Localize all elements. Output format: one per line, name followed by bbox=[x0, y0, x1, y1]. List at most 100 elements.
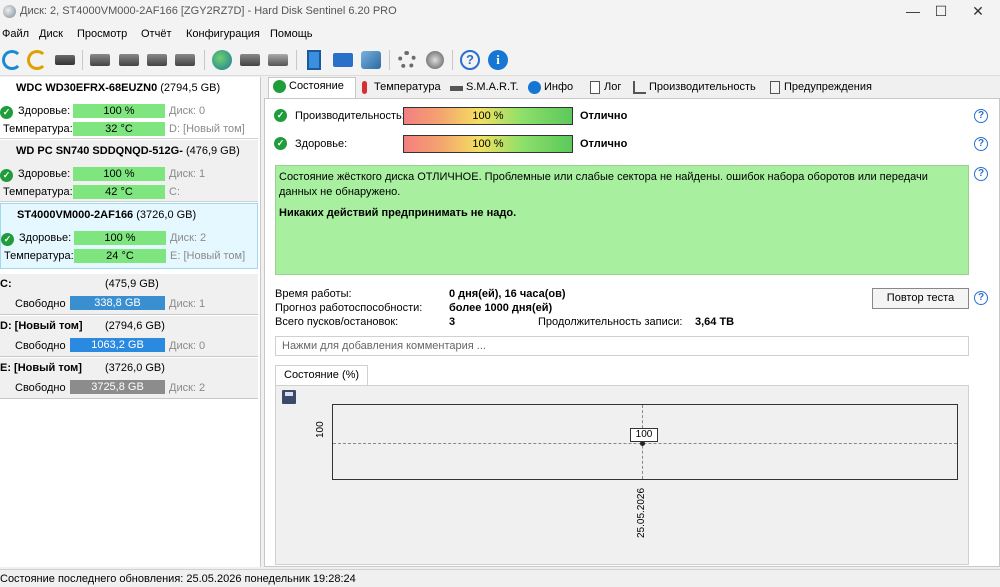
info-icon bbox=[528, 81, 541, 94]
retest-button[interactable]: Повтор теста bbox=[872, 288, 969, 309]
tab-label: S.M.A.R.T. bbox=[466, 81, 519, 93]
volume-disk: Диск: 1 bbox=[169, 298, 206, 310]
disk-entry-0[interactable]: WDC WD30EFRX-68EUZN0 (2794,5 GB) ✓ Здоро… bbox=[0, 77, 258, 139]
globe-icon[interactable] bbox=[210, 48, 234, 72]
tab-bar: Состояние Температура S.M.A.R.T. Инфо Ло… bbox=[264, 77, 1000, 98]
volume-name: C: bbox=[0, 278, 12, 290]
temperature-bar: 32 °C bbox=[73, 122, 165, 136]
status-action: Никаких действий предпринимать не надо. bbox=[279, 207, 517, 219]
write-value: 3,64 TB bbox=[695, 316, 735, 328]
tab-label: Температура bbox=[374, 81, 441, 93]
free-space-bar: 338,8 GB bbox=[70, 296, 165, 310]
disk-entry-1[interactable]: WD PC SN740 SDDQNQD-512G- (476,9 GB) ✓ З… bbox=[0, 140, 258, 202]
tab-status[interactable]: Состояние bbox=[268, 77, 356, 98]
starts-value: 3 bbox=[449, 316, 456, 328]
tab-info[interactable]: Инфо bbox=[524, 79, 573, 98]
menu-configuration[interactable]: Конфигурация bbox=[186, 28, 260, 40]
menu-bar: Файл Диск Просмотр Отчёт Конфигурация По… bbox=[0, 24, 1000, 44]
network-icon[interactable] bbox=[359, 48, 383, 72]
volume-label: C: bbox=[169, 186, 180, 198]
tab-label: Инфо bbox=[544, 81, 574, 93]
help-icon[interactable]: ? bbox=[458, 48, 482, 72]
description-help-icon[interactable]: ? bbox=[974, 167, 988, 181]
ok-check-icon: ✓ bbox=[1, 233, 14, 246]
recycle-icon[interactable] bbox=[266, 48, 290, 72]
toolbar-separator bbox=[452, 50, 453, 70]
status-chart: 100 100 25.05.2026 bbox=[275, 385, 969, 565]
volume-entry-e[interactable]: E: [Новый том] (3726,0 GB) Свободно 3725… bbox=[0, 358, 258, 399]
tab-smart[interactable]: S.M.A.R.T. bbox=[446, 79, 519, 98]
smart-drive-icon bbox=[450, 86, 463, 91]
tab-label: Лог bbox=[604, 81, 622, 93]
performance-help-icon[interactable]: ? bbox=[974, 109, 988, 123]
drive-search-icon[interactable] bbox=[173, 48, 197, 72]
refresh-warning-icon[interactable] bbox=[25, 48, 49, 72]
status-description-box: Состояние жёсткого диска ОТЛИЧНОЕ. Пробл… bbox=[275, 165, 969, 275]
disk-number: Диск: 2 bbox=[170, 232, 207, 244]
performance-icon bbox=[633, 81, 646, 94]
menu-view[interactable]: Просмотр bbox=[77, 28, 127, 40]
mail-icon[interactable] bbox=[331, 48, 355, 72]
speaker-icon[interactable] bbox=[423, 48, 447, 72]
free-label: Свободно bbox=[15, 382, 66, 394]
title-bar: Диск: 2, ST4000VM000-2AF166 [ZGY2RZ7D] -… bbox=[0, 0, 1000, 24]
tab-label: Производительность bbox=[649, 81, 756, 93]
toolbar-separator bbox=[296, 50, 297, 70]
notes-icon[interactable] bbox=[302, 48, 326, 72]
gear-icon[interactable] bbox=[395, 48, 419, 72]
tab-performance[interactable]: Производительность bbox=[629, 79, 756, 98]
health-rating: Отлично bbox=[580, 138, 628, 150]
tab-log[interactable]: Лог bbox=[584, 79, 621, 98]
chart-plot-area: 100 bbox=[332, 404, 958, 480]
volume-name: E: [Новый том] bbox=[0, 362, 82, 374]
free-space-bar: 3725,8 GB bbox=[70, 380, 165, 394]
volume-entry-c[interactable]: C: (475,9 GB) Свободно 338,8 GB Диск: 1 bbox=[0, 274, 258, 315]
ok-check-icon: ✓ bbox=[0, 106, 13, 119]
volume-entry-d[interactable]: D: [Новый том] (2794,6 GB) Свободно 1063… bbox=[0, 316, 258, 357]
disk-name: ST4000VM000-2AF166 (3726,0 GB) bbox=[17, 209, 197, 221]
disk-number: Диск: 0 bbox=[169, 105, 206, 117]
disk-list-panel: WDC WD30EFRX-68EUZN0 (2794,5 GB) ✓ Здоро… bbox=[0, 77, 261, 567]
starts-label: Всего пусков/остановок: bbox=[275, 316, 399, 328]
drive-schedule-icon[interactable] bbox=[117, 48, 141, 72]
health-help-icon[interactable]: ? bbox=[974, 137, 988, 151]
free-label: Свободно bbox=[15, 298, 66, 310]
close-button[interactable]: ✕ bbox=[955, 0, 1000, 24]
free-label: Свободно bbox=[15, 340, 66, 352]
health-bar: 100 % bbox=[74, 231, 166, 245]
info-icon[interactable]: i bbox=[486, 48, 510, 72]
comment-input[interactable]: Нажми для добавления комментария ... bbox=[275, 336, 969, 356]
chart-gridline-h bbox=[333, 443, 957, 444]
volume-size: (475,9 GB) bbox=[105, 278, 159, 290]
refresh-icon[interactable] bbox=[0, 48, 24, 72]
forecast-label: Прогноз работоспособности: bbox=[275, 302, 423, 314]
temperature-label: Температура: bbox=[4, 250, 74, 262]
volume-name: D: [Новый том] bbox=[0, 320, 83, 332]
disk-number: Диск: 1 bbox=[169, 168, 206, 180]
menu-disk[interactable]: Диск bbox=[39, 28, 63, 40]
write-label: Продолжительность записи: bbox=[538, 316, 683, 328]
performance-rating: Отлично bbox=[580, 110, 628, 122]
chart-tab-status[interactable]: Состояние (%) bbox=[275, 365, 369, 386]
menu-report[interactable]: Отчёт bbox=[141, 28, 171, 40]
volume-disk: Диск: 2 bbox=[169, 382, 206, 394]
menu-help[interactable]: Помощь bbox=[270, 28, 313, 40]
retest-help-icon[interactable]: ? bbox=[974, 291, 988, 305]
drive-check-icon[interactable] bbox=[145, 48, 169, 72]
disk-entry-2[interactable]: ST4000VM000-2AF166 (3726,0 GB) ✓ Здоровь… bbox=[0, 203, 258, 269]
volume-disk: Диск: 0 bbox=[169, 340, 206, 352]
health-label: Здоровье: bbox=[295, 138, 348, 150]
app-icon bbox=[3, 5, 16, 18]
toolbar-separator bbox=[82, 50, 83, 70]
network-drive-icon[interactable] bbox=[238, 48, 262, 72]
save-icon[interactable] bbox=[282, 390, 296, 404]
alerts-icon bbox=[770, 81, 780, 94]
tab-temperature[interactable]: Температура bbox=[354, 79, 441, 98]
disk-icon[interactable] bbox=[53, 48, 77, 72]
tab-alerts[interactable]: Предупреждения bbox=[764, 79, 872, 98]
toolbar-separator bbox=[389, 50, 390, 70]
toolbar-separator bbox=[204, 50, 205, 70]
drive-icon[interactable] bbox=[88, 48, 112, 72]
menu-file[interactable]: Файл bbox=[2, 28, 29, 40]
toolbar: ? i bbox=[0, 44, 1000, 76]
